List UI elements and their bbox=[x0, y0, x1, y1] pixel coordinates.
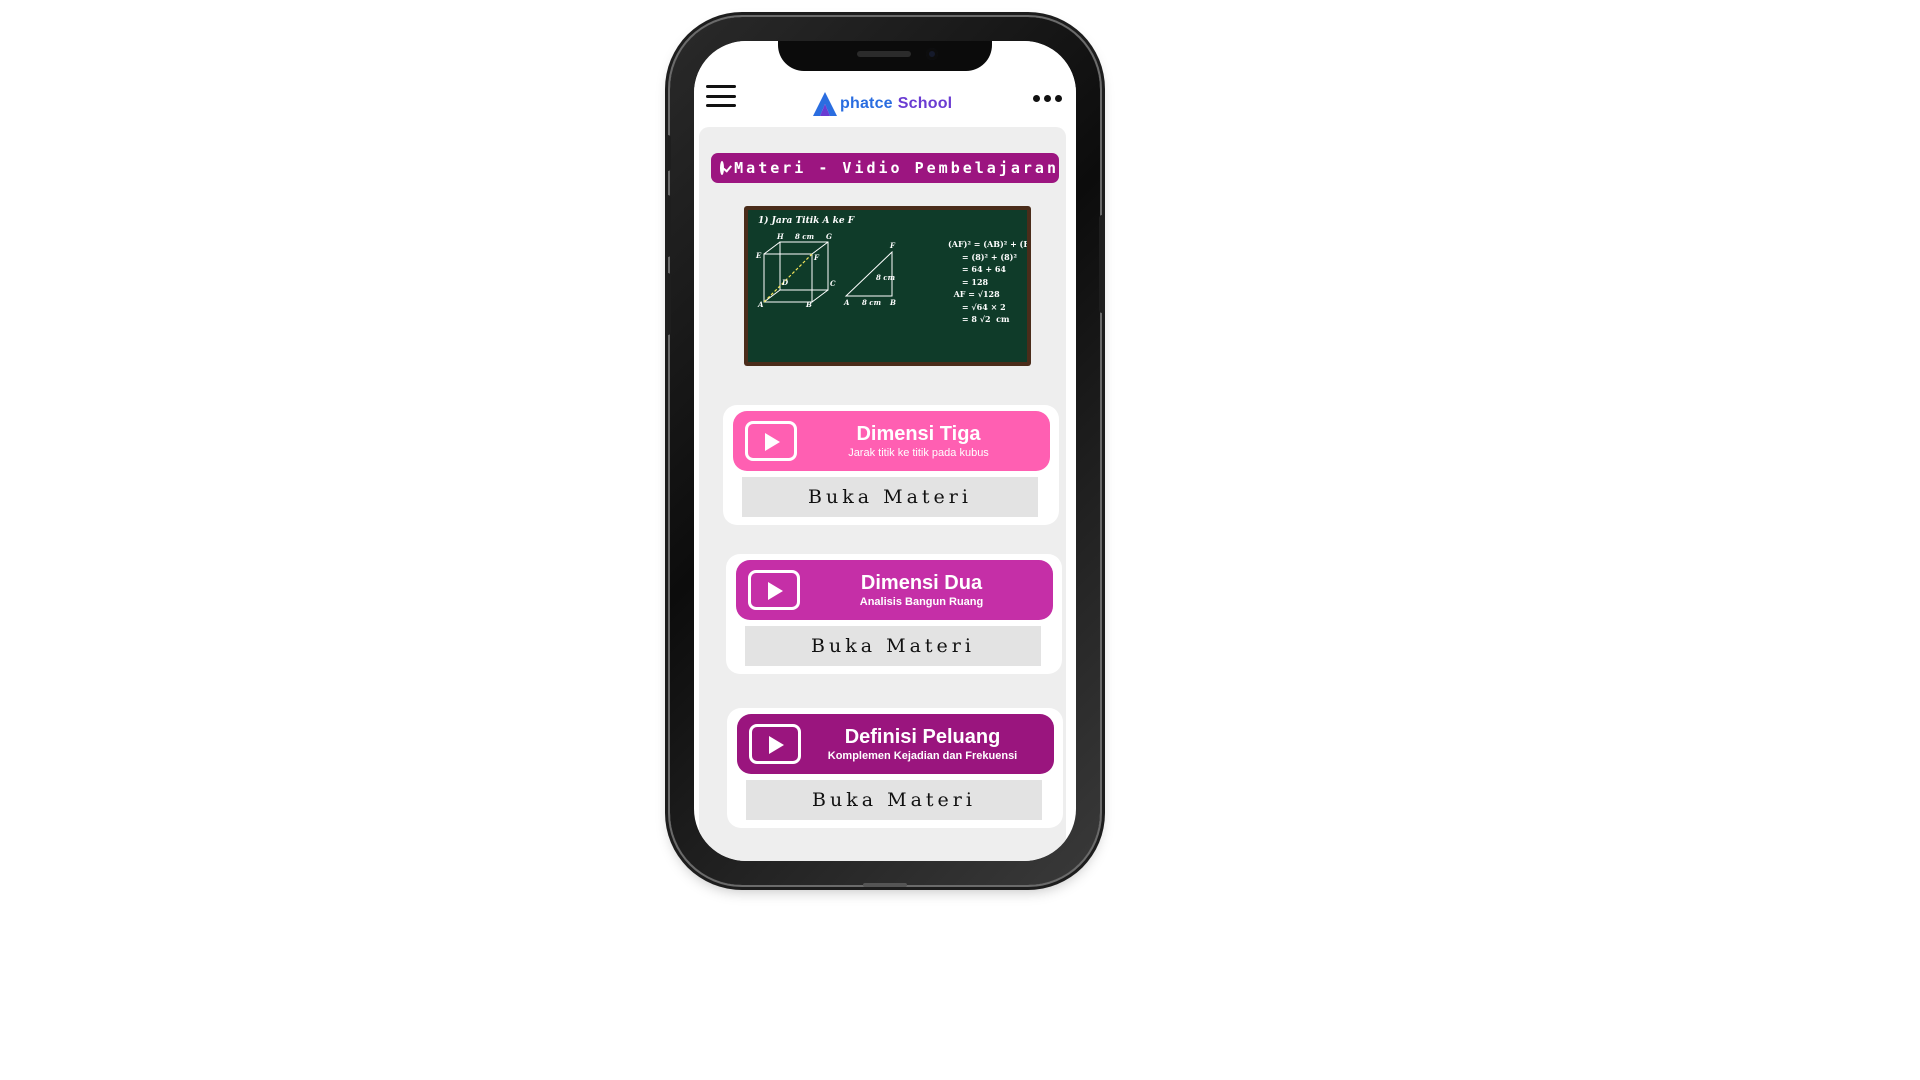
section-title: Materi - Vidio Pembelajaran bbox=[734, 159, 1059, 177]
label-c: C bbox=[830, 279, 836, 288]
material-title-2: Dimensi Dua bbox=[860, 572, 983, 594]
open-material-button-3[interactable]: Buka Materi bbox=[746, 780, 1042, 820]
phone-screen: phatce School Materi - Vidio Pembelajara… bbox=[694, 41, 1076, 861]
label-tri-b: B bbox=[889, 298, 896, 307]
label-tri-8cm-base: 8 cm bbox=[862, 298, 881, 307]
chalkboard-surface: 1) Jara Titik A ke F H 8 cm G E F D C A … bbox=[748, 210, 1027, 362]
main-content: Materi - Vidio Pembelajaran 1) Jara Titi… bbox=[699, 127, 1066, 861]
material-card-2: Dimensi Dua Analisis Bangun Ruang Buka M… bbox=[726, 554, 1062, 674]
more-options-icon[interactable] bbox=[1033, 95, 1062, 102]
label-h: H bbox=[776, 232, 784, 241]
menu-icon[interactable] bbox=[706, 85, 736, 107]
label-b: B bbox=[805, 300, 812, 309]
material-card-1: Dimensi Tiga Jarak titik ke titik pada k… bbox=[723, 405, 1059, 525]
material-subtitle-1: Jarak titik ke titik pada kubus bbox=[848, 447, 989, 459]
material-title-3: Definisi Peluang bbox=[844, 726, 1001, 748]
app-logo: phatce School bbox=[812, 90, 952, 118]
play-icon bbox=[748, 570, 800, 610]
label-f: F bbox=[813, 253, 820, 262]
label-cube-8cm: 8 cm bbox=[795, 232, 814, 241]
home-indicator bbox=[863, 883, 907, 887]
logo-a-icon bbox=[813, 92, 837, 116]
video-banner-1[interactable]: Dimensi Tiga Jarak titik ke titik pada k… bbox=[733, 411, 1050, 471]
open-material-button-1[interactable]: Buka Materi bbox=[742, 477, 1038, 517]
video-banner-2[interactable]: Dimensi Dua Analisis Bangun Ruang bbox=[736, 560, 1053, 620]
check-circle-icon bbox=[720, 161, 725, 175]
speaker bbox=[857, 51, 911, 57]
logo-text-first: phatce bbox=[840, 95, 893, 112]
lesson-chalkboard-image: 1) Jara Titik A ke F H 8 cm G E F D C A … bbox=[744, 206, 1031, 366]
logo-text-second: School bbox=[897, 95, 953, 112]
label-tri-f: F bbox=[889, 241, 896, 250]
label-tri-8cm-side: 8 cm bbox=[876, 273, 895, 282]
notch bbox=[778, 41, 992, 71]
power-button bbox=[1099, 215, 1105, 313]
volume-up-button bbox=[665, 195, 671, 257]
label-d: D bbox=[781, 278, 789, 287]
play-icon bbox=[745, 421, 797, 461]
label-a: A bbox=[757, 300, 764, 309]
board-equations: (AF)² = (AB)² + (BF)² = (8)² + (8)² = 64… bbox=[948, 239, 1027, 324]
volume-down-button bbox=[665, 273, 671, 335]
section-header: Materi - Vidio Pembelajaran bbox=[711, 153, 1059, 183]
label-g: G bbox=[826, 232, 832, 241]
material-subtitle-2: Analisis Bangun Ruang bbox=[859, 596, 984, 608]
front-camera bbox=[926, 48, 938, 60]
phone-frame: phatce School Materi - Vidio Pembelajara… bbox=[665, 17, 1105, 887]
label-e: E bbox=[755, 251, 762, 260]
material-title-1: Dimensi Tiga bbox=[856, 423, 981, 445]
material-subtitle-3: Komplemen Kejadian dan Frekuensi bbox=[827, 750, 1018, 762]
label-tri-a: A bbox=[843, 298, 850, 307]
material-card-3: Definisi Peluang Komplemen Kejadian dan … bbox=[727, 708, 1063, 828]
silent-switch bbox=[665, 135, 671, 171]
video-banner-3[interactable]: Definisi Peluang Komplemen Kejadian dan … bbox=[737, 714, 1054, 774]
open-material-button-2[interactable]: Buka Materi bbox=[745, 626, 1041, 666]
play-icon bbox=[749, 724, 801, 764]
